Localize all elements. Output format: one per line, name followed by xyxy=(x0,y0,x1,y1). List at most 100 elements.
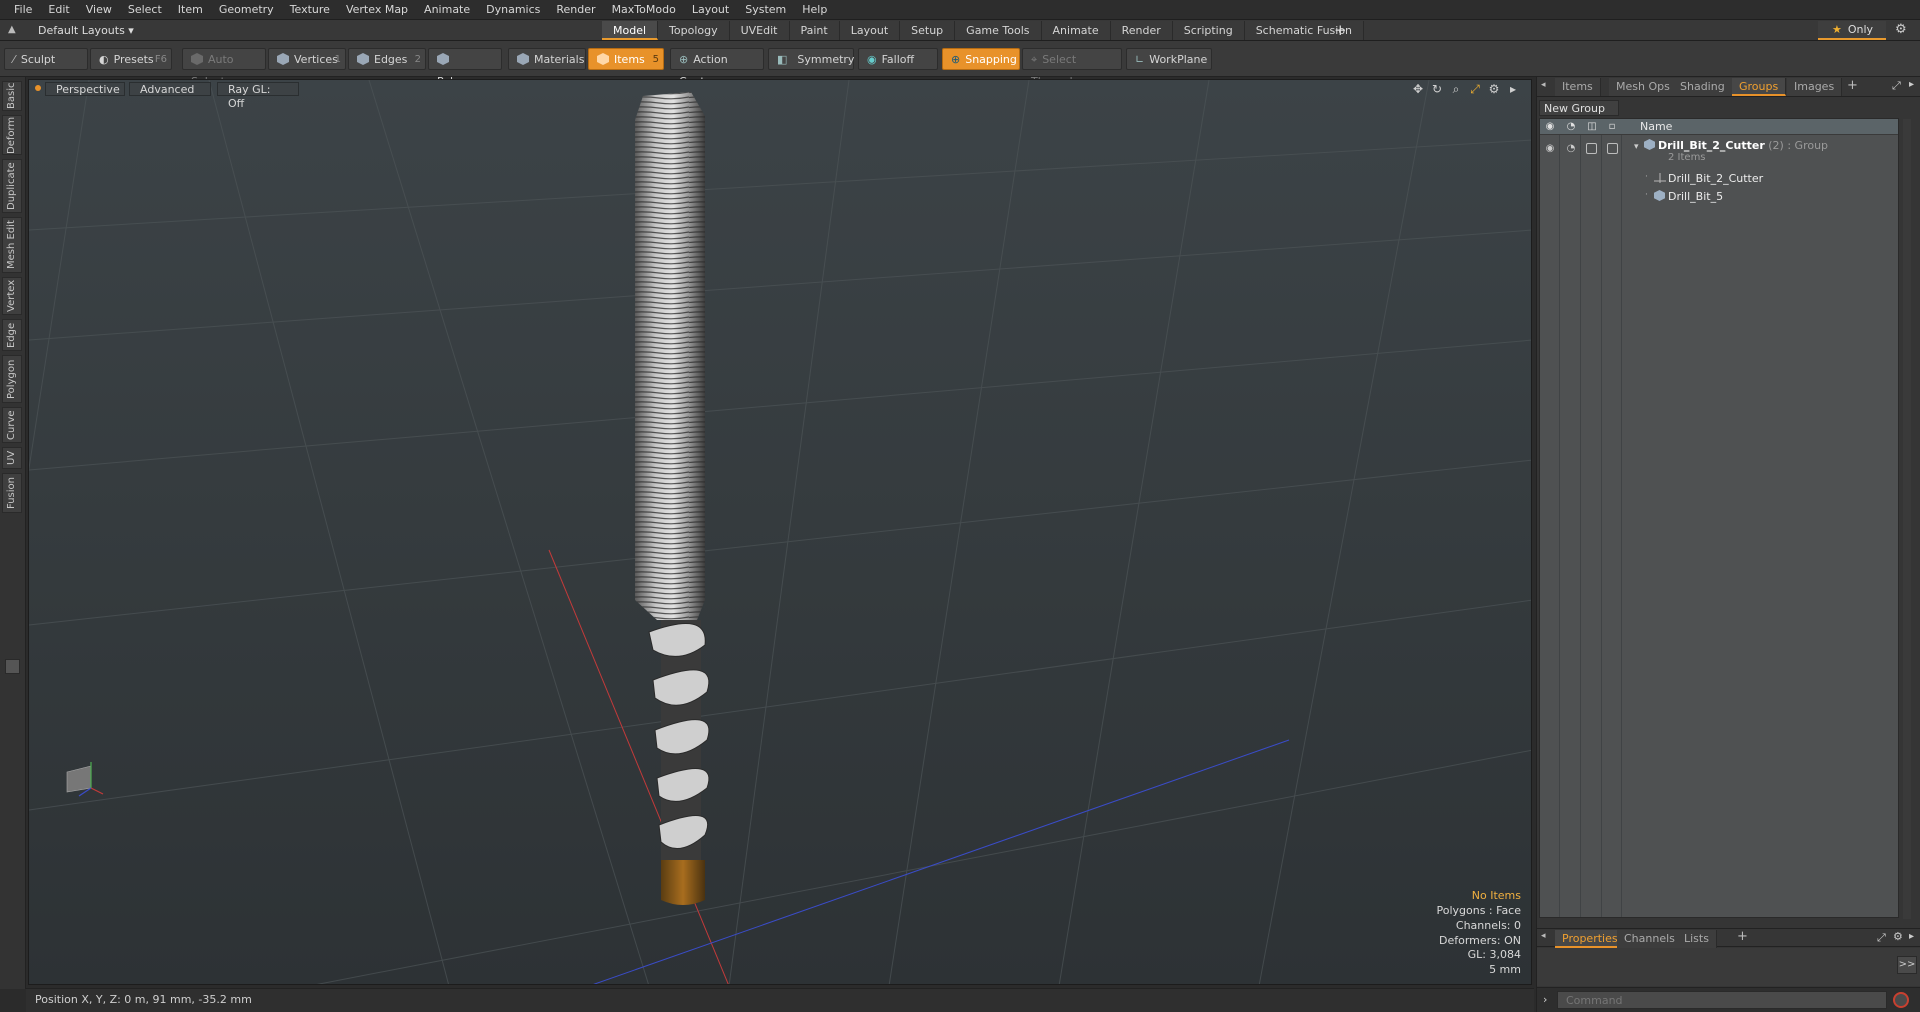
group-row[interactable]: ◉ ◔ ▾ Drill_Bit_2_Cutter (2) : Group 2 I… xyxy=(1540,137,1898,167)
vtab-polygon[interactable]: Polygon xyxy=(2,355,22,403)
tab-groups[interactable]: Groups xyxy=(1732,78,1787,96)
props-menu-arrow-icon[interactable]: ▸ xyxy=(1909,931,1914,942)
vtab-mesh-edit[interactable]: Mesh Edit xyxy=(2,217,22,273)
lock-column-icon[interactable]: ◫ xyxy=(1586,121,1598,133)
tab-topology[interactable]: Topology xyxy=(658,21,730,40)
props-collapse-icon[interactable]: ◂ xyxy=(1541,931,1546,941)
rotate-icon[interactable]: ↻ xyxy=(1431,82,1443,97)
tab-mesh-ops[interactable]: Mesh Ops xyxy=(1609,78,1678,96)
tab-render[interactable]: Render xyxy=(1110,21,1173,40)
lock-checkbox[interactable] xyxy=(1586,143,1597,154)
symmetry-button[interactable]: ◧ Symmetry xyxy=(768,48,854,70)
viewport-options-icon[interactable] xyxy=(35,85,41,91)
panel-collapse-icon[interactable]: ◂ xyxy=(1541,80,1546,90)
vtab-deform[interactable]: Deform xyxy=(2,115,22,155)
vtab-basic[interactable]: Basic xyxy=(2,81,22,111)
pan-icon[interactable]: ✥ xyxy=(1412,82,1424,97)
list-item[interactable]: · Drill_Bit_2_Cutter xyxy=(1540,170,1898,188)
tab-paint[interactable]: Paint xyxy=(789,21,840,40)
tab-lists[interactable]: Lists xyxy=(1677,930,1717,948)
menu-vertex-map[interactable]: Vertex Map xyxy=(338,0,416,20)
vtab-duplicate[interactable]: Duplicate xyxy=(2,159,22,213)
menu-select[interactable]: Select xyxy=(120,0,170,20)
tab-images[interactable]: Images xyxy=(1787,78,1843,96)
menu-view[interactable]: View xyxy=(78,0,120,20)
props-gear-icon[interactable]: ⚙ xyxy=(1893,930,1903,943)
add-panel-tab-button[interactable]: + xyxy=(1847,78,1858,93)
raygl-button[interactable]: Ray GL: Off xyxy=(217,82,299,110)
new-group-button[interactable]: New Group xyxy=(1539,100,1619,116)
vtab-curve[interactable]: Curve xyxy=(2,407,22,443)
render-toggle-icon[interactable]: ◔ xyxy=(1565,143,1577,155)
tab-layout[interactable]: Layout xyxy=(839,21,901,40)
panel-menu-arrow-icon[interactable]: ▸ xyxy=(1909,79,1914,90)
expand-arrow-icon[interactable]: ▾ xyxy=(1634,142,1639,152)
viewport-menu-arrow-icon[interactable]: ▸ xyxy=(1507,82,1519,97)
sculpt-button[interactable]: ⁄ Sculpt xyxy=(4,48,88,70)
polygons-button[interactable]: Polygons xyxy=(428,48,502,88)
name-column-header[interactable]: Name xyxy=(1640,119,1672,135)
items-button[interactable]: Items 5 xyxy=(588,48,664,70)
command-input[interactable] xyxy=(1557,991,1887,1009)
props-expand-icon[interactable]: ⤢ xyxy=(1877,931,1886,945)
select-through-button[interactable]: ⌖Select Through xyxy=(1022,48,1122,88)
materials-button[interactable]: Materials xyxy=(508,48,586,70)
visibility-column-icon[interactable]: ◉ xyxy=(1544,121,1556,133)
menu-render[interactable]: Render xyxy=(548,0,603,20)
tab-uvedit[interactable]: UVEdit xyxy=(729,21,790,40)
menu-dynamics[interactable]: Dynamics xyxy=(478,0,548,20)
edges-button[interactable]: Edges 2 xyxy=(348,48,426,70)
3d-viewport[interactable]: Perspective Advanced Ray GL: Off ✥ ↻ ⌕ ⤢… xyxy=(28,79,1532,985)
expand-icon[interactable]: ⤢ xyxy=(1892,79,1901,93)
menu-file[interactable]: File xyxy=(6,0,40,20)
record-icon[interactable] xyxy=(1893,992,1909,1008)
menu-maxtomodo[interactable]: MaxToModo xyxy=(604,0,684,20)
add-tab-button[interactable]: + xyxy=(1334,21,1347,39)
more-button[interactable]: >> xyxy=(1897,956,1917,974)
select-column-icon[interactable]: ▫ xyxy=(1606,121,1618,133)
view-mode-button[interactable]: Perspective xyxy=(45,82,125,96)
layout-selector[interactable]: Default Layouts ▾ xyxy=(30,22,142,39)
groups-scrollbar[interactable] xyxy=(1903,119,1911,919)
select-checkbox[interactable] xyxy=(1607,143,1618,154)
tab-shading[interactable]: Shading xyxy=(1673,78,1733,96)
vtab-uv[interactable]: UV xyxy=(2,447,22,469)
menu-animate[interactable]: Animate xyxy=(416,0,478,20)
workplane-button[interactable]: ∟ WorkPlane xyxy=(1126,48,1212,70)
menu-layout[interactable]: Layout xyxy=(684,0,737,20)
only-toggle[interactable]: ★ Only xyxy=(1818,21,1886,40)
strip-options-button[interactable] xyxy=(5,659,20,674)
maximize-icon[interactable]: ⤢ xyxy=(1469,82,1481,97)
menu-texture[interactable]: Texture xyxy=(282,0,338,20)
render-column-icon[interactable]: ◔ xyxy=(1565,121,1577,133)
snapping-button[interactable]: ⊕ Snapping xyxy=(942,48,1020,70)
tab-channels[interactable]: Channels xyxy=(1617,930,1683,948)
gear-icon[interactable]: ⚙ xyxy=(1895,22,1907,37)
menu-item[interactable]: Item xyxy=(170,0,211,20)
vtab-vertex[interactable]: Vertex xyxy=(2,277,22,315)
viewport-settings-icon[interactable]: ⚙ xyxy=(1488,82,1500,97)
list-item[interactable]: · Drill_Bit_5 xyxy=(1540,188,1898,206)
layout-collapse-icon[interactable]: ▲ xyxy=(8,24,20,36)
presets-button[interactable]: ◐ Presets F6 xyxy=(90,48,172,70)
vtab-fusion[interactable]: Fusion xyxy=(2,473,22,513)
auto-select-button[interactable]: Auto Select xyxy=(182,48,266,88)
tab-items[interactable]: Items xyxy=(1555,78,1601,96)
falloff-button[interactable]: ◉ Falloff xyxy=(858,48,938,70)
add-props-tab-button[interactable]: + xyxy=(1737,929,1748,944)
action-center-button[interactable]: ⊕Action Center xyxy=(670,48,764,88)
groups-list[interactable]: ◉ ◔ ◫ ▫ Name ◉ ◔ ▾ Drill_Bit_2_Cutter (2… xyxy=(1539,118,1899,918)
menu-system[interactable]: System xyxy=(737,0,794,20)
eye-icon[interactable]: ◉ xyxy=(1544,143,1556,155)
vertices-button[interactable]: Vertices 1 xyxy=(268,48,346,70)
tab-game-tools[interactable]: Game Tools xyxy=(955,21,1042,40)
shading-mode-button[interactable]: Advanced xyxy=(129,82,211,96)
menu-help[interactable]: Help xyxy=(794,0,835,20)
tab-animate[interactable]: Animate xyxy=(1041,21,1111,40)
tab-setup[interactable]: Setup xyxy=(900,21,956,40)
menu-edit[interactable]: Edit xyxy=(40,0,77,20)
vtab-edge[interactable]: Edge xyxy=(2,319,22,351)
tab-scripting[interactable]: Scripting xyxy=(1172,21,1245,40)
tab-model[interactable]: Model xyxy=(602,21,659,40)
zoom-icon[interactable]: ⌕ xyxy=(1450,82,1462,97)
